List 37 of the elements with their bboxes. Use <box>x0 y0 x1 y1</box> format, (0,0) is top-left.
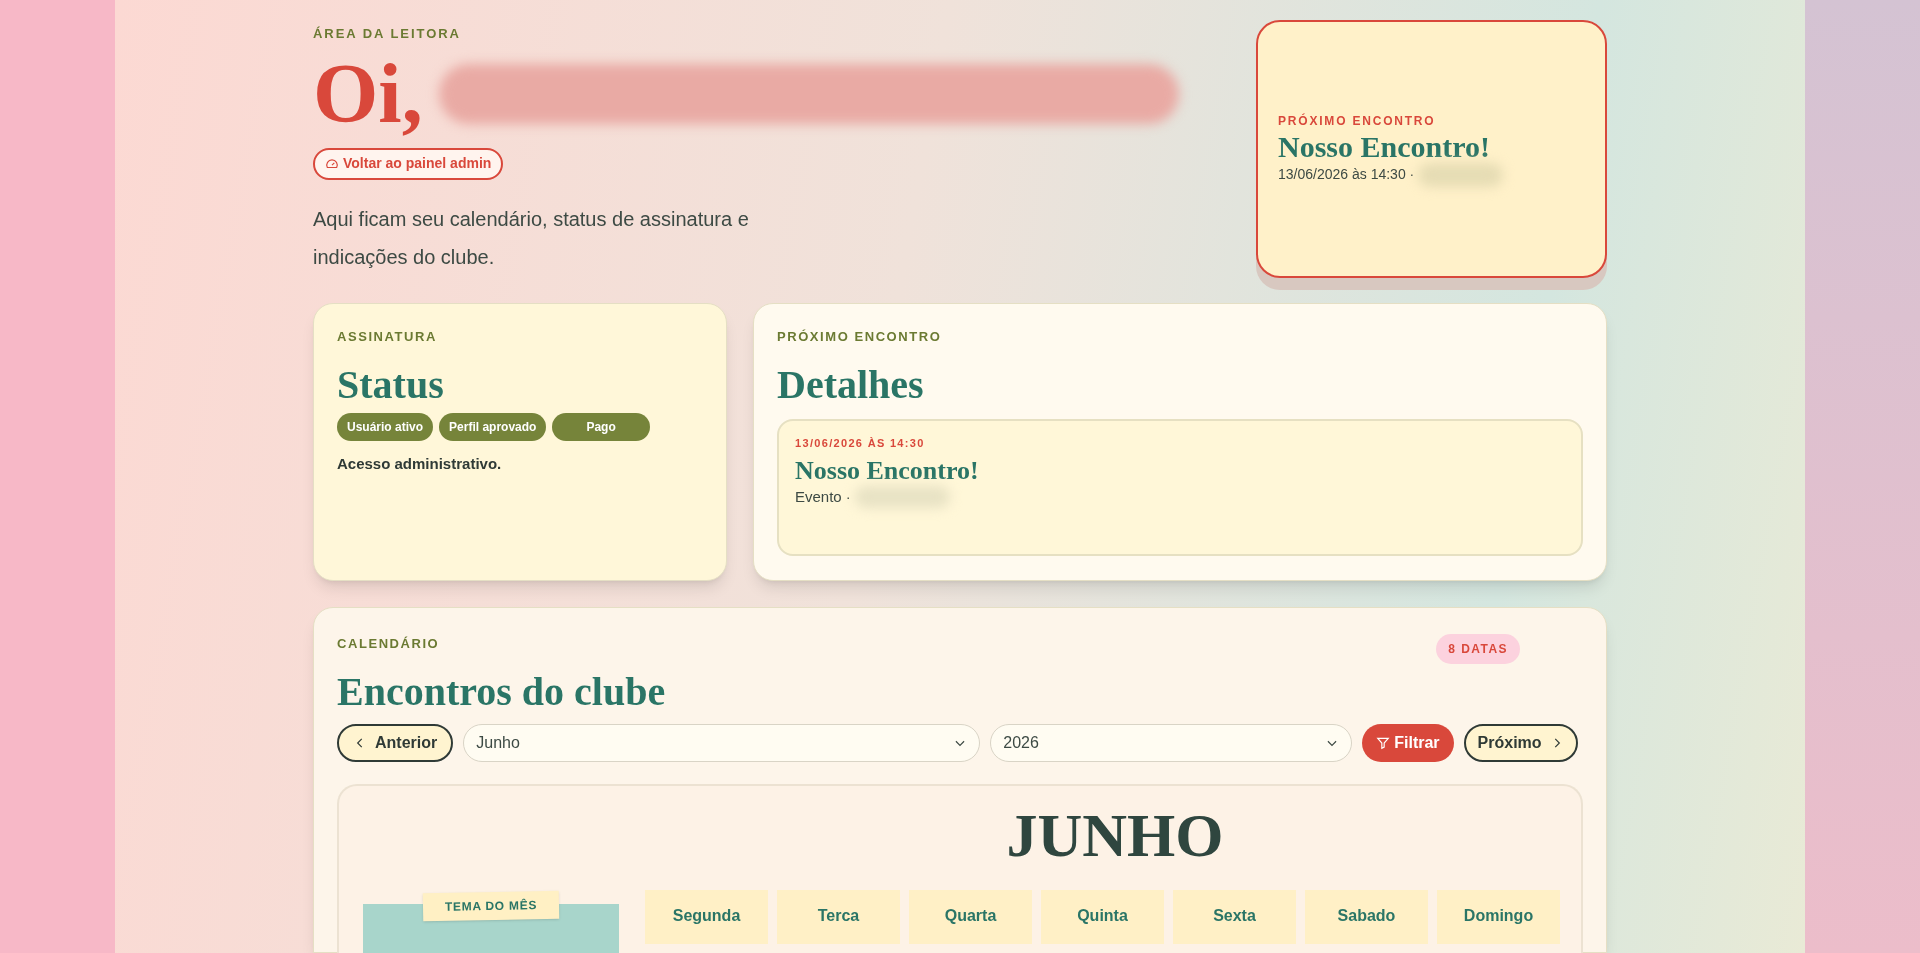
eyebrow-label: CALENDÁRIO <box>337 635 441 653</box>
next-button[interactable]: Próximo <box>1463 723 1578 762</box>
weekday-header: Sabado <box>1305 889 1428 944</box>
weekday-header: Segunda <box>645 889 768 944</box>
filter-button[interactable]: Filtrar <box>1362 723 1454 762</box>
calendar-title: Encontros do clube <box>337 671 666 712</box>
admin-panel-button[interactable]: Voltar ao painel admin <box>313 147 504 180</box>
theme-tag: TEMA DO MÊS <box>422 890 560 921</box>
year-select[interactable]: 2026 <box>990 723 1353 762</box>
gauge-icon <box>325 156 339 171</box>
event-title: Nosso Encontro! <box>1278 129 1491 163</box>
card-title: Status <box>337 364 445 405</box>
status-badge: Perfil aprovado <box>439 412 547 441</box>
previous-button[interactable]: Anterior <box>337 723 454 762</box>
funnel-icon <box>1376 735 1391 750</box>
date-count-badge: 8 DATAS <box>1436 634 1520 664</box>
event-title: Nosso Encontro! <box>795 455 980 487</box>
weekday-header: Quarta <box>909 889 1032 944</box>
status-note: Acesso administrativo. <box>337 453 503 474</box>
eyebrow-label: ASSINATURA <box>337 328 438 346</box>
eyebrow-label: PRÓXIMO ENCONTRO <box>1278 112 1437 130</box>
event-date: 13/06/2026 ÀS 14:30 <box>795 435 926 451</box>
greeting-heading: Oi, <box>313 51 423 136</box>
weekday-header: Domingo <box>1437 889 1560 944</box>
status-badge: Usuário ativo <box>337 412 434 441</box>
status-badge: Pago <box>552 412 650 441</box>
weekday-header: Quinta <box>1041 889 1164 944</box>
eyebrow-label: ÁREA DA LEITORA <box>313 25 462 43</box>
event-meta: 13/06/2026 às 14:30 · <box>1278 165 1415 184</box>
weekday-header: Sexta <box>1173 889 1296 944</box>
month-heading: JUNHO <box>1006 803 1224 866</box>
intro-text: Aqui ficam seu calendário, status de assinatura e indicações do clube. <box>313 206 750 270</box>
weekday-header: Terca <box>777 889 900 944</box>
month-select[interactable]: Junho <box>463 723 981 762</box>
eyebrow-label: PRÓXIMO ENCONTRO <box>777 328 943 346</box>
event-meta: Evento · <box>795 487 851 508</box>
card-title: Detalhes <box>777 364 925 405</box>
